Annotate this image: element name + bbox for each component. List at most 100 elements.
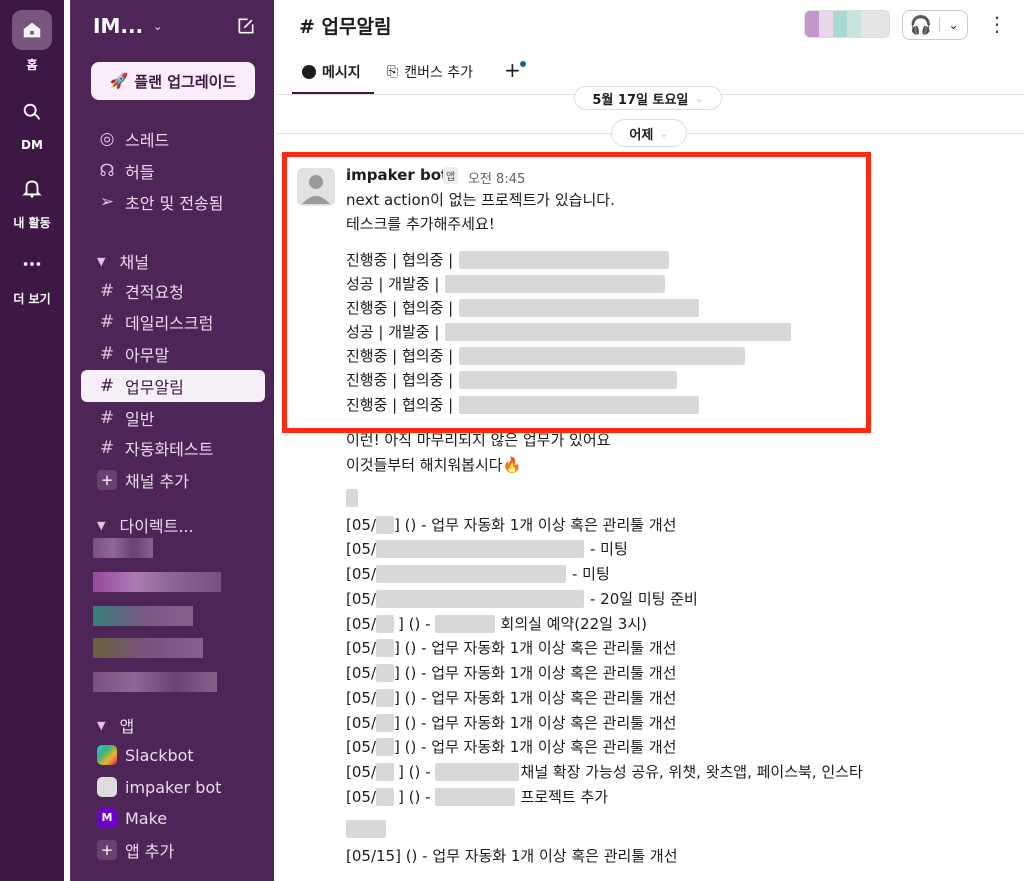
sidebar-channel[interactable]: # 아무말 [81, 340, 265, 368]
caret-down-icon: ▼ [97, 718, 106, 732]
status-line: 성공 | 개발중 | [346, 321, 792, 342]
channel-label: 일반 [125, 410, 155, 429]
task-date: [05/ [346, 614, 376, 633]
compose-icon[interactable] [236, 16, 256, 36]
workspace-switcher[interactable]: IM... ⌄ [93, 14, 162, 38]
thread-icon: ◎ [99, 129, 115, 149]
new-indicator-dot [520, 61, 526, 67]
sidebar-app-slackbot[interactable]: Slackbot [81, 741, 265, 769]
dm-item-blurred[interactable] [93, 572, 221, 592]
redacted-text [459, 346, 746, 365]
status-line: 진행중 | 협의중 | [346, 369, 678, 390]
redacted-block [376, 515, 394, 534]
app-label: impaker bot [125, 777, 222, 797]
message-text: 이것들부터 해치워봅시다🔥 [346, 456, 522, 474]
redacted-block [376, 589, 584, 608]
rail-more-button[interactable]: 더 보기 [0, 244, 64, 307]
sidebar-channel-active[interactable]: # 업무알림 [81, 370, 265, 402]
dm-item-blurred[interactable] [93, 606, 193, 626]
status-line: 진행중 | 협의중 | [346, 297, 700, 318]
sidebar-channel[interactable]: # 데일리스크럼 [81, 308, 265, 336]
dm-section-header[interactable]: ▼ 다이렉트... [97, 513, 194, 537]
channels-section-header[interactable]: ▼ 채널 [97, 249, 149, 273]
status-text: 진행중 | 협의중 | [346, 396, 454, 414]
message-timestamp[interactable]: 오전 8:45 [468, 168, 525, 187]
sidebar-channel[interactable]: # 자동화테스트 [81, 434, 265, 462]
chevron-down-icon: ⌄ [659, 126, 669, 140]
tab-messages[interactable]: 메시지 [302, 62, 361, 82]
task-text: - 미팅 [590, 540, 628, 558]
huddle-button[interactable]: 🎧 ⌄ [902, 10, 968, 40]
dm-item-blurred[interactable] [93, 538, 153, 558]
app-label: Slackbot [125, 745, 194, 765]
rail-dm-button[interactable]: DM [0, 92, 64, 152]
dm-item-blurred[interactable] [93, 672, 217, 692]
redacted-block [376, 614, 394, 633]
workspace-rail: 홈 DM 내 활동 더 보기 [0, 0, 64, 881]
task-text: - 20일 미팅 준비 [590, 590, 698, 608]
date-divider-yesterday[interactable]: 어제 ⌄ [611, 119, 687, 147]
more-vertical-icon[interactable]: ⋮ [987, 12, 1007, 36]
channel-label: 업무알림 [125, 378, 184, 397]
task-item: [05/15] () - 업무 자동화 1개 이상 혹은 관리툴 개선 [346, 847, 678, 865]
message-author[interactable]: impaker bot [346, 166, 448, 184]
rail-home-label: 홈 [26, 58, 38, 72]
sidebar-channel[interactable]: # 일반 [81, 404, 265, 432]
app-badge: 앱 [443, 167, 459, 184]
redacted-text [459, 250, 670, 269]
message-text: 테스크를 추가해주세요! [346, 215, 495, 233]
redacted-block [434, 762, 519, 781]
sidebar-channel[interactable]: # 견적요청 [81, 277, 265, 305]
chevron-down-icon: ⌄ [153, 19, 163, 33]
add-app-button[interactable]: + 앱 추가 [81, 836, 265, 864]
sidebar-item-drafts[interactable]: ➢ 초안 및 전송됨 [81, 188, 265, 216]
task-date: [05/ [346, 787, 376, 806]
chevron-down-icon[interactable]: ⌄ [939, 18, 967, 32]
hash-icon: # [99, 438, 115, 458]
task-text: ] () - 업무 자동화 1개 이상 혹은 관리툴 개선 [394, 664, 677, 682]
status-text: 진행중 | 협의중 | [346, 299, 454, 317]
rail-home-button[interactable]: 홈 [0, 10, 64, 73]
tab-add-canvas[interactable]: ⎘ 캔버스 추가 [387, 62, 473, 82]
channel-label: 견적요청 [125, 283, 184, 302]
channel-title[interactable]: # 업무알림 [299, 12, 391, 39]
add-channel-button[interactable]: + 채널 추가 [81, 466, 265, 494]
tab-label: 캔버스 추가 [404, 65, 474, 81]
sidebar-item-huddles[interactable]: ☊ 허들 [81, 157, 265, 185]
status-text: 성공 | 개발중 | [346, 323, 440, 341]
task-date: [05/ [346, 589, 376, 608]
tab-add-button[interactable]: + [504, 58, 526, 82]
redacted-block [376, 737, 394, 756]
rocket-icon: 🚀 [109, 72, 129, 90]
more-icon [12, 244, 52, 284]
task-date: [05/ [346, 663, 376, 682]
redacted-block [376, 762, 394, 781]
sidebar-app-make[interactable]: M Make [81, 804, 265, 832]
date-divider-top[interactable]: 5월 17일 토요일 ⌄ [574, 86, 722, 110]
upgrade-label: 플랜 업그레이드 [134, 72, 237, 91]
member-avatars[interactable] [804, 10, 890, 38]
canvas-icon: ⎘ [387, 64, 399, 80]
task-date: [05/ [346, 539, 376, 558]
sidebar-app-impaker-bot[interactable]: impaker bot [81, 773, 265, 801]
task-item: [05/ - 미팅 [346, 538, 628, 559]
task-text: ] () - 업무 자동화 1개 이상 혹은 관리툴 개선 [394, 714, 677, 732]
dm-item-blurred[interactable] [93, 638, 203, 658]
rail-activity-button[interactable]: 내 활동 [0, 168, 64, 231]
message-bubble-icon [302, 65, 316, 79]
task-date: [05/ [346, 688, 376, 707]
task-item: [05/] () - 회의실 예약(22일 3시) [346, 614, 647, 633]
task-text: 프로젝트 추가 [520, 788, 609, 806]
sidebar-item-threads[interactable]: ◎ 스레드 [81, 125, 265, 153]
task-date: [05/ [346, 737, 376, 756]
caret-down-icon: ▼ [97, 518, 106, 532]
task-date: [05/ [346, 515, 376, 534]
message-text: 이런! 아직 마무리되지 않은 업무가 있어요 [346, 431, 611, 449]
plus-icon: + [97, 840, 117, 860]
channel-label: 자동화테스트 [125, 440, 214, 459]
message-text: next action이 없는 프로젝트가 있습니다. [346, 191, 615, 209]
apps-section-header[interactable]: ▼ 앱 [97, 713, 134, 737]
avatar[interactable] [297, 168, 335, 206]
upgrade-plan-button[interactable]: 🚀 플랜 업그레이드 [91, 62, 255, 100]
status-line: 진행중 | 협의중 | [346, 249, 670, 270]
